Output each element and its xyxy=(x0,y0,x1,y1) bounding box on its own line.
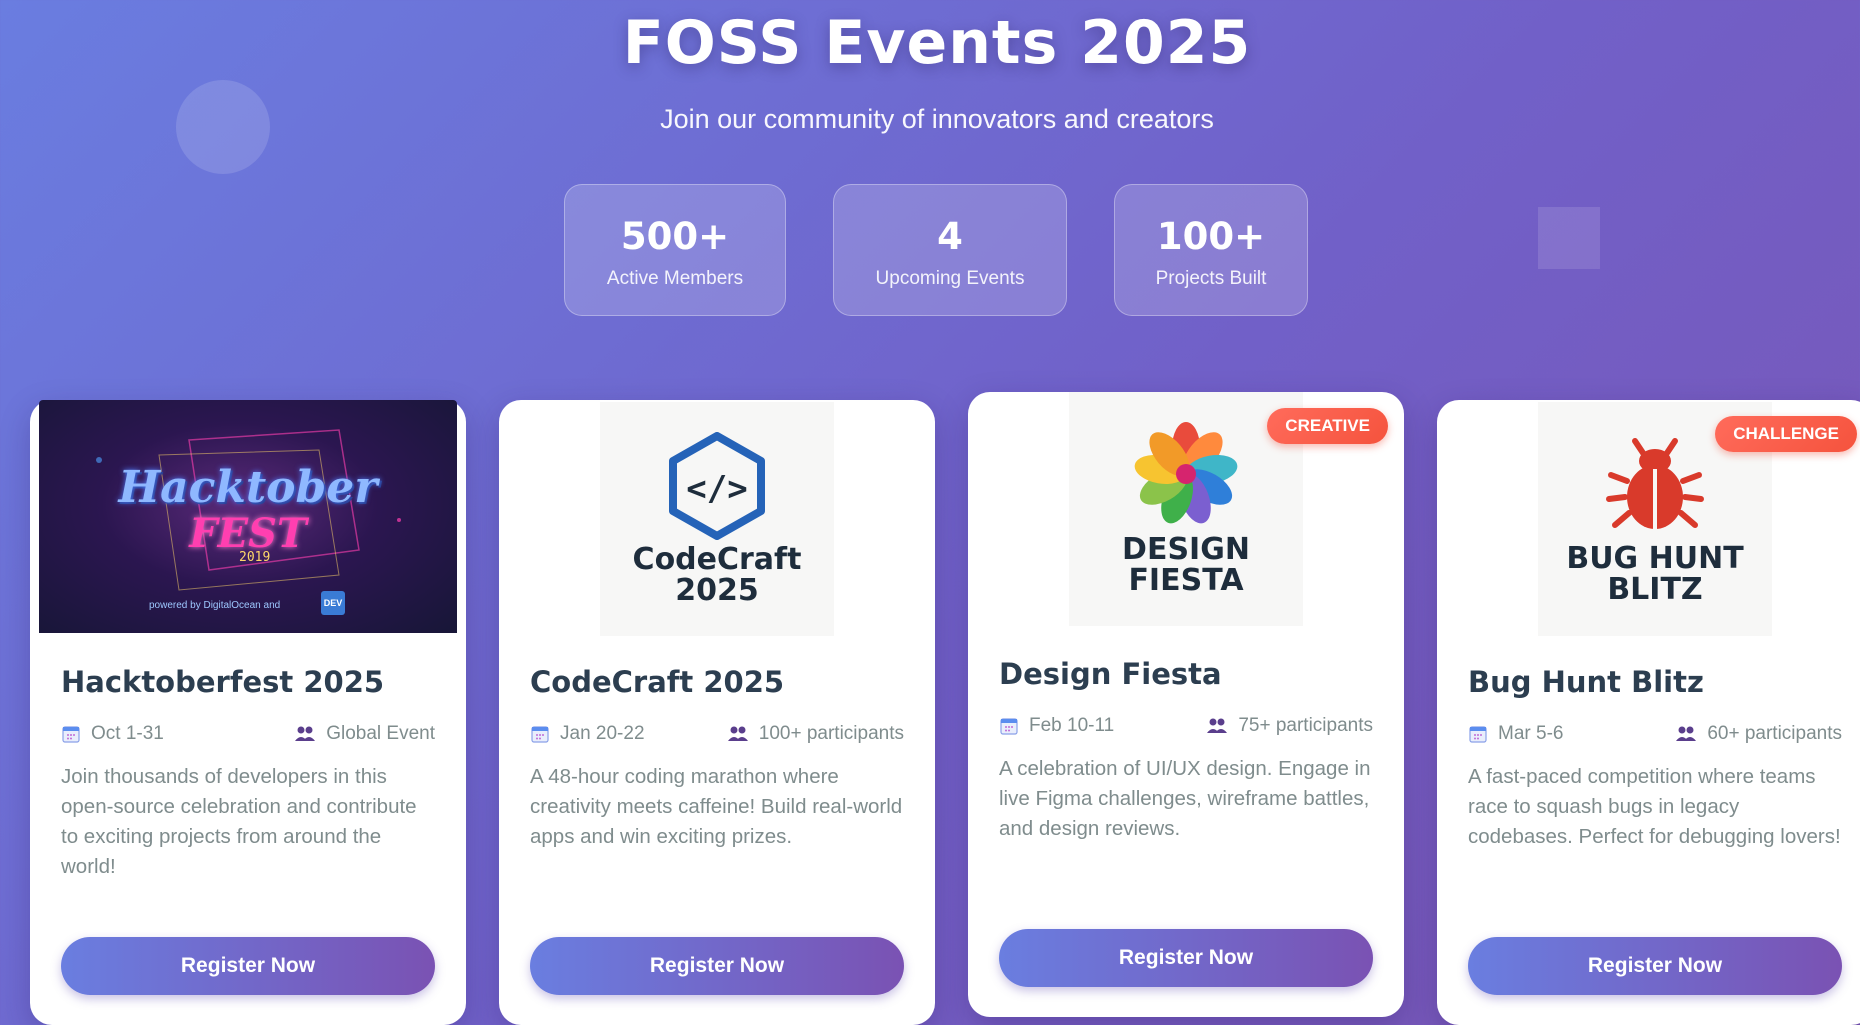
stat-value: 100+ xyxy=(1156,215,1266,258)
stat-value: 500+ xyxy=(620,215,730,258)
users-icon xyxy=(727,726,748,741)
hacktoberfest-banner: Hacktober FEST 2019 powered by DigitalOc… xyxy=(39,400,457,633)
svg-text:</>: </> xyxy=(686,469,747,509)
banner-footer: powered by DigitalOcean and xyxy=(149,600,281,611)
register-button[interactable]: Register Now xyxy=(1468,937,1842,995)
event-description: Join thousands of developers in this ope… xyxy=(61,765,417,878)
event-card-bug-hunt-blitz: BUG HUNT BLITZ CHALLENGE Bug Hunt Blitz … xyxy=(1437,400,1860,1025)
event-participants: 60+ participants xyxy=(1675,723,1842,745)
stat-projects-built: 100+ Projects Built xyxy=(1114,184,1308,316)
event-image: </> CodeCraft 2025 xyxy=(499,400,935,642)
event-date: Feb 10-11 xyxy=(999,715,1114,737)
event-date: Jan 20-22 xyxy=(530,723,645,745)
event-meta: Feb 10-11 75+ participants xyxy=(999,715,1373,737)
stat-active-members: 500+ Active Members xyxy=(564,184,786,316)
event-card-hacktoberfest: Hacktober FEST 2019 powered by DigitalOc… xyxy=(30,400,466,1025)
register-button[interactable]: Register Now xyxy=(530,937,904,995)
users-icon xyxy=(295,726,316,741)
logo-text: DESIGN FIESTA xyxy=(1122,532,1250,598)
stat-upcoming-events: 4 Upcoming Events xyxy=(833,184,1067,316)
category-badge: CHALLENGE xyxy=(1715,416,1857,452)
event-participants-text: 75+ participants xyxy=(1238,715,1373,736)
stat-label: Upcoming Events xyxy=(875,268,1025,289)
decorative-square xyxy=(1538,207,1600,269)
stat-label: Active Members xyxy=(606,268,744,289)
event-title: Design Fiesta xyxy=(999,657,1222,691)
event-date-text: Mar 5-6 xyxy=(1498,723,1564,744)
event-participants: 100+ participants xyxy=(727,723,904,745)
register-button[interactable]: Register Now xyxy=(61,937,435,995)
banner-title: Hacktober xyxy=(118,462,378,513)
event-title: Bug Hunt Blitz xyxy=(1468,665,1704,699)
page-title: FOSS Events 2025 xyxy=(622,8,1252,78)
event-title: Hacktoberfest 2025 xyxy=(61,665,385,699)
register-button[interactable]: Register Now xyxy=(999,929,1373,987)
event-participants-text: 60+ participants xyxy=(1707,723,1842,744)
event-card-design-fiesta: DESIGN FIESTA CREATIVE Design Fiesta Feb… xyxy=(968,392,1404,1017)
flower-icon xyxy=(1134,422,1238,524)
banner-year: 2019 xyxy=(239,550,271,565)
category-badge: CREATIVE xyxy=(1267,408,1388,444)
calendar-icon xyxy=(531,726,549,743)
event-date-text: Oct 1-31 xyxy=(91,723,164,744)
codecraft-logo: </> CodeCraft 2025 xyxy=(600,402,834,636)
users-icon xyxy=(1676,726,1697,741)
stat-label: Projects Built xyxy=(1155,268,1267,289)
event-meta: Oct 1-31 Global Event xyxy=(61,723,435,745)
dev-logo: DEV xyxy=(321,591,345,615)
calendar-icon xyxy=(62,726,80,743)
event-meta: Jan 20-22 100+ participants xyxy=(530,723,904,745)
bug-icon xyxy=(1606,438,1704,529)
event-description: A 48-hour coding marathon where creativi… xyxy=(530,765,903,848)
stat-value: 4 xyxy=(937,215,963,258)
event-description: A celebration of UI/UX design. Engage in… xyxy=(999,757,1371,840)
event-description: A fast-paced competition where teams rac… xyxy=(1468,765,1841,848)
event-card-codecraft: </> CodeCraft 2025 CodeCraft 2025 Jan 20… xyxy=(499,400,935,1025)
code-hexagon-icon: </> xyxy=(669,432,765,540)
event-title: CodeCraft 2025 xyxy=(530,665,785,699)
users-icon xyxy=(1207,718,1228,733)
event-date: Mar 5-6 xyxy=(1468,723,1563,745)
event-date: Oct 1-31 xyxy=(61,723,164,745)
logo-text: CodeCraft 2025 xyxy=(632,542,802,608)
logo-text: BUG HUNT BLITZ xyxy=(1566,541,1744,607)
event-participants: Global Event xyxy=(294,723,435,745)
event-meta: Mar 5-6 60+ participants xyxy=(1468,723,1842,745)
event-date-text: Feb 10-11 xyxy=(1029,715,1115,736)
calendar-icon xyxy=(1469,726,1487,743)
event-participants: 75+ participants xyxy=(1206,715,1373,737)
event-date-text: Jan 20-22 xyxy=(560,723,645,744)
event-participants-text: Global Event xyxy=(326,723,435,744)
event-participants-text: 100+ participants xyxy=(758,723,904,744)
calendar-icon xyxy=(1000,718,1018,735)
page-subtitle: Join our community of innovators and cre… xyxy=(660,104,1214,134)
